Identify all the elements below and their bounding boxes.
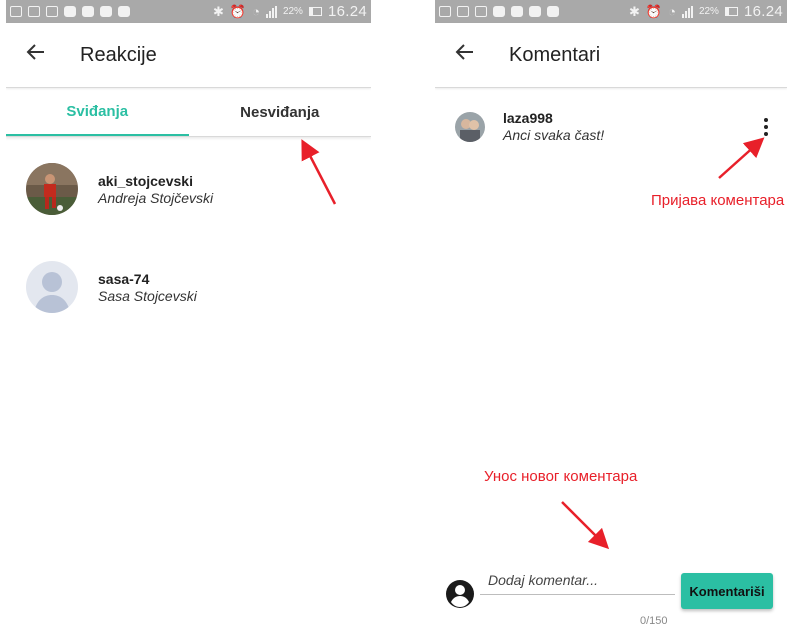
page-title: Reakcije — [80, 43, 157, 66]
status-bar: ✱ ⏰ ◔ 22% 16.24 — [6, 0, 371, 23]
message-icon — [439, 6, 451, 17]
avatar — [455, 112, 485, 142]
character-counter: 0/150 — [640, 615, 668, 627]
annotation-arrow — [301, 139, 337, 205]
alarm-icon: ⏰ — [645, 3, 663, 19]
youtube-icon — [118, 6, 130, 17]
image-icon — [457, 6, 469, 17]
status-bar: ✱ ⏰ ◔ 22% 16.24 — [435, 0, 787, 23]
username: sasa-74 — [98, 270, 150, 287]
youtube-icon — [100, 6, 112, 17]
signal-icon — [681, 5, 693, 18]
notification-icons — [10, 6, 130, 17]
annotation-arrow — [561, 501, 610, 550]
youtube-icon — [493, 6, 505, 17]
youtube-icon — [547, 6, 559, 17]
comment-input-bar: 0/150 Komentariši — [435, 565, 787, 627]
battery-percent: 22% — [698, 6, 719, 17]
annotation-new-comment: Унос новог коментара — [484, 468, 638, 485]
wifi-icon: ◔ — [252, 4, 260, 19]
annotation-arrow — [718, 137, 765, 179]
reactions-screen: ✱ ⏰ ◔ 22% 16.24 Reakcije Sviđanja Nesviđ… — [6, 0, 371, 627]
full-name: Sasa Stojcevski — [98, 287, 197, 304]
page-title: Komentari — [509, 43, 601, 66]
battery-icon — [308, 7, 322, 16]
youtube-icon — [82, 6, 94, 17]
account-circle-icon — [446, 580, 474, 608]
username: aki_stojcevski — [98, 172, 193, 189]
battery-icon — [724, 7, 738, 16]
avatar — [26, 163, 78, 215]
list-item[interactable]: sasa-74 Sasa Stojcevski — [6, 261, 371, 313]
signal-icon — [265, 5, 277, 18]
submit-comment-button[interactable]: Komentariši — [681, 573, 773, 609]
full-name: Andreja Stojčevski — [98, 189, 214, 206]
notification-icons — [439, 6, 559, 17]
wifi-icon: ◔ — [668, 4, 676, 19]
clock: 16.24 — [743, 3, 783, 20]
alarm-icon: ⏰ — [229, 3, 247, 19]
avatar-placeholder — [26, 261, 78, 313]
comment-input[interactable] — [480, 565, 675, 595]
back-arrow-icon[interactable] — [455, 42, 483, 68]
gallery-icon — [475, 6, 487, 17]
comment-username: laza998 — [503, 110, 553, 126]
app-bar: Reakcije — [6, 23, 371, 88]
youtube-icon — [529, 6, 541, 17]
image-icon — [28, 6, 40, 17]
back-arrow-icon[interactable] — [26, 42, 54, 68]
comment-text: Anci svaka čast! — [503, 127, 605, 143]
youtube-icon — [64, 6, 76, 17]
comments-screen: ✱ ⏰ ◔ 22% 16.24 Komentari laza998 Anci s… — [435, 0, 787, 627]
tab-bar: Sviđanja Nesviđanja — [6, 88, 371, 137]
message-icon — [10, 6, 22, 17]
app-bar: Komentari — [435, 23, 787, 88]
tab-dislikes[interactable]: Nesviđanja — [189, 88, 372, 136]
youtube-icon — [511, 6, 523, 17]
gallery-icon — [46, 6, 58, 17]
tab-likes[interactable]: Sviđanja — [6, 88, 189, 136]
more-vert-icon[interactable] — [763, 118, 769, 136]
battery-percent: 22% — [282, 6, 303, 17]
bluetooth-icon: ✱ — [212, 3, 224, 19]
clock: 16.24 — [327, 3, 367, 20]
comment-item: laza998 Anci svaka čast! — [435, 88, 787, 143]
annotation-report-comment: Пријава коментара — [651, 192, 785, 209]
bluetooth-icon: ✱ — [628, 3, 640, 19]
